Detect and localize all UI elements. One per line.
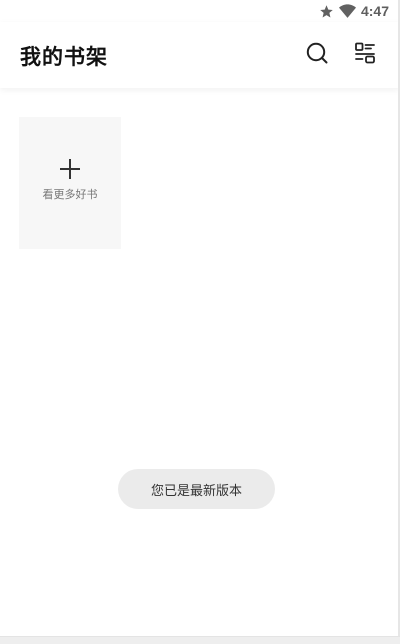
add-more-books-card[interactable]: 看更多好书 xyxy=(19,117,121,249)
search-icon xyxy=(305,41,329,69)
bookshelf-manage-button[interactable] xyxy=(352,42,378,68)
plus-icon xyxy=(60,159,80,179)
wifi-icon xyxy=(338,3,356,19)
bottom-navigation-strip xyxy=(0,636,400,644)
search-button[interactable] xyxy=(304,42,330,68)
star-icon xyxy=(319,4,334,19)
status-time: 4:47 xyxy=(360,3,389,19)
add-more-books-label: 看更多好书 xyxy=(42,188,98,201)
toast-message: 您已是最新版本 xyxy=(118,469,275,509)
bookshelf-manage-icon xyxy=(353,41,377,69)
bookshelf-screen: 4:47 我的书架 看更多好书 您已是最新版本 xyxy=(0,0,400,644)
page-title: 我的书架 xyxy=(20,45,108,69)
status-bar: 4:47 xyxy=(0,0,400,22)
app-header: 我的书架 xyxy=(0,22,400,88)
